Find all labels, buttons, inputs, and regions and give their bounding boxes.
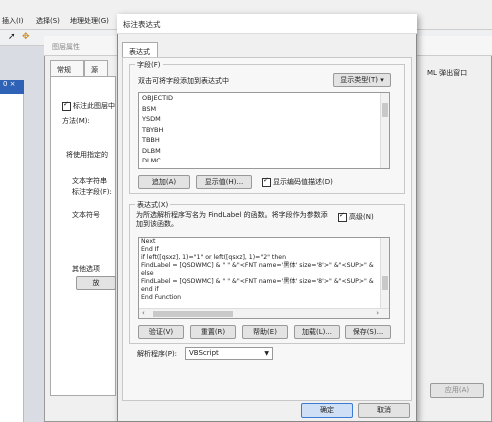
label-layer-checkbox[interactable]: 标注此图层中 bbox=[62, 100, 115, 111]
placement-button[interactable]: 放 bbox=[76, 276, 116, 290]
tab-expression[interactable]: 表达式 bbox=[122, 42, 158, 58]
ok-button[interactable]: 确定 bbox=[301, 403, 353, 418]
checkbox-icon bbox=[262, 176, 271, 187]
append-button[interactable]: 追加(A) bbox=[138, 175, 190, 189]
expression-group-legend: 表达式(X) bbox=[135, 200, 171, 210]
code-line: if left([qsxz], 1)="1" or left([qsxz], 1… bbox=[141, 254, 287, 261]
show-type-button[interactable]: 显示类型(T) ▾ bbox=[333, 73, 391, 87]
label-field-label: 标注字段(F): bbox=[72, 188, 112, 196]
field-item[interactable]: TBYBH bbox=[139, 125, 389, 136]
code-vscroll-thumb[interactable] bbox=[382, 276, 388, 290]
method-label: 方法(M): bbox=[62, 117, 90, 125]
field-item[interactable]: YSDM bbox=[139, 114, 389, 125]
code-line: else bbox=[141, 270, 154, 277]
load-button[interactable]: 加载(L)... bbox=[294, 325, 340, 339]
code-hscroll-thumb[interactable] bbox=[153, 311, 233, 317]
table-of-contents bbox=[0, 80, 24, 422]
show-coded-desc-label: 显示编码值描述(D) bbox=[273, 178, 333, 186]
verify-button[interactable]: 验证(V) bbox=[138, 325, 184, 339]
fields-scroll-thumb[interactable] bbox=[382, 103, 388, 117]
reset-button[interactable]: 重置(R) bbox=[190, 325, 236, 339]
tab-source[interactable]: 源 bbox=[84, 60, 108, 76]
dialog-title: 标注表达式 bbox=[123, 20, 161, 29]
pointer-icon[interactable]: ➚ bbox=[8, 32, 16, 42]
other-options-label: 其他选项 bbox=[72, 265, 100, 273]
show-values-button[interactable]: 显示值(H)... bbox=[196, 175, 252, 189]
checkbox-icon bbox=[62, 100, 71, 111]
show-coded-desc-checkbox[interactable]: 显示编码值描述(D) bbox=[262, 176, 333, 187]
menu-select[interactable]: 选择(S) bbox=[36, 16, 60, 26]
scroll-right-icon[interactable]: › bbox=[376, 309, 379, 317]
expression-description: 为所选解析程序写名为 FindLabel 的函数。将字段作为参数添加到该函数。 bbox=[136, 211, 328, 228]
fields-scrollbar[interactable] bbox=[380, 93, 389, 168]
fields-hint: 双击可将字段添加到表达式中 bbox=[138, 77, 229, 85]
field-item[interactable]: DLBM bbox=[139, 146, 389, 157]
code-line: FindLabel = [QSDWMC] & " " &"<FNT name='… bbox=[141, 278, 374, 285]
apply-button[interactable]: 应用(A) bbox=[430, 383, 484, 398]
move-icon[interactable]: ✥ bbox=[22, 32, 30, 42]
field-item[interactable]: BSM bbox=[139, 104, 389, 115]
menu-insert[interactable]: 插入(I) bbox=[2, 16, 24, 26]
menu-geoprocessing[interactable]: 地理处理(G) bbox=[70, 16, 109, 26]
text-string-label: 文本字符串 bbox=[72, 177, 107, 185]
field-item[interactable]: OBJECTID bbox=[139, 93, 389, 104]
parser-label: 解析程序(P): bbox=[137, 350, 178, 358]
chevron-down-icon: ▼ bbox=[264, 350, 269, 357]
help-button[interactable]: 帮助(E) bbox=[242, 325, 288, 339]
scroll-left-icon[interactable]: ‹ bbox=[142, 309, 145, 317]
code-line: end if bbox=[141, 286, 159, 293]
code-hscrollbar[interactable]: ‹ › bbox=[139, 308, 389, 318]
tab-general[interactable]: 常规 bbox=[50, 60, 84, 76]
popup-tab-label[interactable]: ML 弹出窗口 bbox=[427, 68, 467, 78]
dialog-titlebar: 标注表达式 bbox=[117, 14, 417, 34]
text-symbol-label: 文本符号 bbox=[72, 211, 100, 219]
label-layer-text: 标注此图层中 bbox=[73, 102, 115, 110]
use-text: 将使用指定的 bbox=[66, 151, 108, 159]
code-line: End If bbox=[141, 246, 159, 253]
field-item[interactable]: TBBH bbox=[139, 135, 389, 146]
fields-listbox[interactable]: OBJECTID BSM YSDM TBYBH TBBH DLBM DLMC bbox=[138, 92, 390, 169]
advanced-checkbox[interactable]: 高级(N) bbox=[338, 211, 374, 222]
code-line: FindLabel = [QSDWMC] & " " &"<FNT name='… bbox=[141, 262, 374, 269]
cancel-button[interactable]: 取消 bbox=[358, 403, 410, 418]
code-line: End Function bbox=[141, 294, 182, 301]
parser-select[interactable]: VBScript ▼ bbox=[185, 347, 273, 360]
toc-header: 0 × bbox=[0, 80, 24, 94]
code-vscrollbar[interactable] bbox=[380, 238, 389, 308]
save-button[interactable]: 保存(S)... bbox=[345, 325, 391, 339]
expression-editor[interactable]: Next End If if left([qsxz], 1)="1" or le… bbox=[138, 237, 390, 319]
field-item[interactable]: DLMC bbox=[139, 156, 389, 162]
advanced-label: 高级(N) bbox=[349, 213, 374, 221]
parser-value: VBScript bbox=[189, 349, 219, 357]
fields-group-legend: 字段(F) bbox=[135, 60, 163, 70]
checkbox-icon bbox=[338, 211, 347, 222]
code-line: Next bbox=[141, 238, 156, 245]
